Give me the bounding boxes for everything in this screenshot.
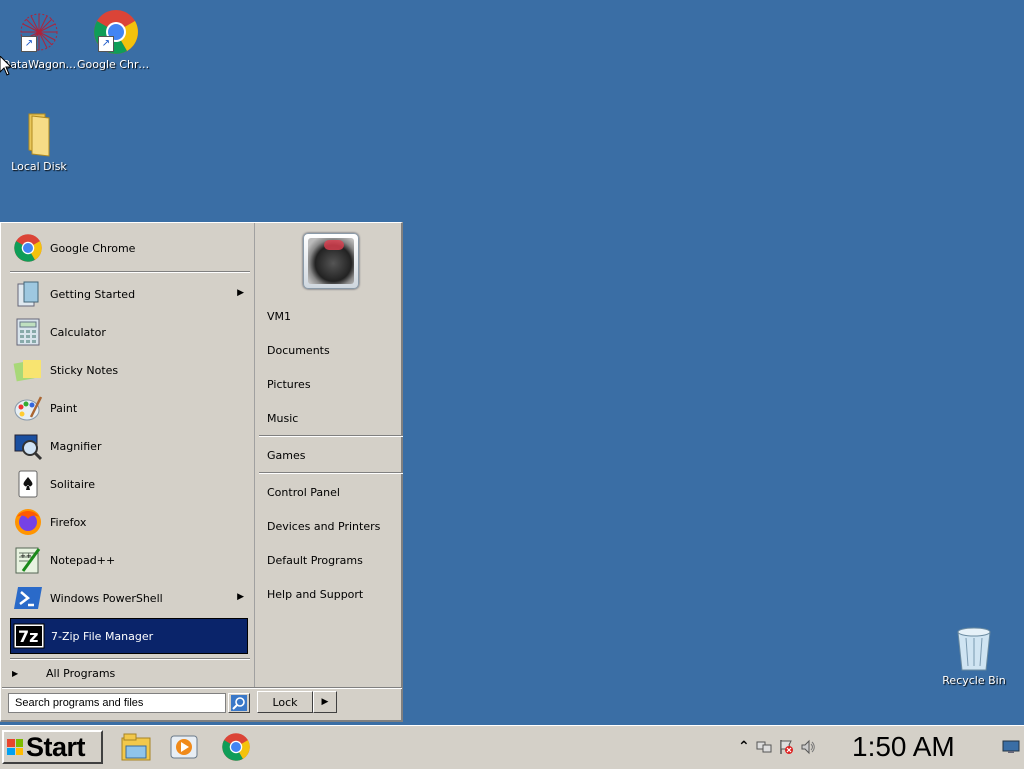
start-item-notepadpp[interactable]: ++ Notepad++	[10, 542, 248, 578]
start-item-getting-started[interactable]: Getting Started ▶	[10, 276, 248, 312]
start-menu-places-pane: VM1 Documents Pictures Music Games Contr…	[254, 223, 403, 689]
sticky-notes-icon	[12, 354, 44, 386]
explorer-icon	[121, 733, 151, 761]
datawagon-icon: ↗	[15, 8, 63, 56]
place-control-panel[interactable]: Control Panel	[267, 486, 340, 499]
place-pictures[interactable]: Pictures	[267, 378, 311, 391]
start-item-label: Firefox	[50, 515, 87, 529]
all-programs-label: All Programs	[46, 666, 116, 680]
place-music[interactable]: Music	[267, 412, 298, 425]
start-item-label: Magnifier	[50, 439, 102, 453]
all-programs-button[interactable]: ▶ All Programs	[10, 662, 248, 684]
taskbar: Start ⌃ 1:50 AM	[0, 725, 1024, 769]
svg-text:++: ++	[20, 552, 32, 560]
separator	[10, 271, 250, 273]
chrome-icon	[12, 232, 44, 264]
start-item-calculator[interactable]: Calculator	[10, 314, 248, 350]
action-center-flag-icon[interactable]	[778, 739, 794, 755]
taskbar-chrome[interactable]	[220, 731, 252, 763]
start-item-label: Solitaire	[50, 477, 95, 491]
start-item-google-chrome[interactable]: Google Chrome	[10, 230, 248, 266]
windows-logo-icon	[7, 739, 23, 755]
system-tray: ⌃	[738, 730, 838, 764]
svg-text:7z: 7z	[18, 627, 38, 646]
chevron-right-icon: ▶	[321, 697, 329, 707]
lock-button[interactable]: Lock	[257, 691, 313, 713]
show-desktop-icon[interactable]	[1002, 740, 1020, 754]
start-item-firefox[interactable]: Firefox	[10, 504, 248, 540]
desktop-icon-local-disk[interactable]: Local Disk	[0, 110, 78, 173]
start-item-magnifier[interactable]: Magnifier	[10, 428, 248, 464]
start-item-windows-powershell[interactable]: Windows PowerShell ▶	[10, 580, 248, 616]
powershell-icon	[12, 582, 44, 614]
submenu-arrow-icon: ▶	[237, 592, 244, 602]
chrome-icon	[222, 733, 250, 761]
shutdown-options-button[interactable]: ▶	[313, 691, 337, 713]
place-games[interactable]: Games	[267, 449, 305, 462]
start-item-label: Sticky Notes	[50, 363, 119, 377]
search-input[interactable]	[8, 693, 226, 713]
shortcut-arrow-icon: ↗	[21, 36, 37, 52]
start-item-label: Google Chrome	[50, 241, 136, 255]
start-item-label: Getting Started	[50, 287, 136, 301]
place-default-programs[interactable]: Default Programs	[267, 554, 363, 567]
mouse-cursor-icon	[0, 56, 12, 76]
volume-icon[interactable]	[800, 739, 816, 755]
expand-arrow-icon: ▶	[12, 668, 19, 678]
clock[interactable]: 1:50 AM	[852, 730, 992, 764]
getting-started-icon	[12, 278, 44, 310]
chrome-icon: ↗	[92, 8, 140, 56]
desktop-icon-google-chrome[interactable]: ↗ Google Chrome	[77, 8, 155, 71]
start-item-label: 7-Zip File Manager	[51, 629, 154, 643]
place-user-folder[interactable]: VM1	[267, 310, 291, 323]
separator	[259, 472, 403, 474]
start-item-paint[interactable]: Paint	[10, 390, 248, 426]
taskbar-explorer[interactable]	[120, 731, 152, 763]
7zip-icon: 7z	[13, 620, 45, 652]
search-button[interactable]	[228, 693, 250, 713]
network-icon[interactable]	[756, 739, 772, 755]
start-menu-programs-pane: Google Chrome Getting Started ▶ Calculat…	[2, 224, 253, 688]
start-button[interactable]: Start	[2, 730, 103, 764]
separator	[259, 435, 403, 437]
recycle-bin-icon	[950, 624, 998, 672]
desktop-icon-label: Google Chrome	[77, 58, 155, 71]
start-menu: Google Chrome Getting Started ▶ Calculat…	[0, 222, 403, 722]
paint-icon	[12, 392, 44, 424]
separator	[10, 658, 250, 660]
search-icon	[231, 695, 247, 711]
solitaire-icon	[12, 468, 44, 500]
start-item-label: Calculator	[50, 325, 106, 339]
taskbar-media-player[interactable]	[168, 731, 200, 763]
magnifier-icon	[12, 430, 44, 462]
desktop-icon-label: Recycle Bin	[942, 674, 1006, 687]
show-hidden-icons-chevron-up-icon[interactable]: ⌃	[738, 739, 750, 755]
start-label: Start	[26, 731, 86, 762]
separator	[2, 687, 402, 689]
firefox-icon	[12, 506, 44, 538]
start-item-label: Windows PowerShell	[50, 591, 163, 605]
start-item-sticky-notes[interactable]: Sticky Notes	[10, 352, 248, 388]
start-item-solitaire[interactable]: Solitaire	[10, 466, 248, 502]
lock-label: Lock	[272, 695, 298, 709]
place-documents[interactable]: Documents	[267, 344, 330, 357]
media-player-icon	[170, 735, 198, 759]
shortcut-arrow-icon: ↗	[98, 36, 114, 52]
calculator-icon	[12, 316, 44, 348]
folder-icon	[15, 110, 63, 158]
start-item-label: Notepad++	[50, 553, 116, 567]
desktop-icon-label: Local Disk	[11, 160, 67, 173]
desktop-icon-recycle-bin[interactable]: Recycle Bin	[935, 624, 1013, 687]
notepadpp-icon: ++	[12, 544, 44, 576]
place-help-and-support[interactable]: Help and Support	[267, 588, 363, 601]
place-devices-and-printers[interactable]: Devices and Printers	[267, 520, 380, 533]
user-picture[interactable]	[303, 233, 359, 289]
submenu-arrow-icon: ▶	[237, 288, 244, 298]
start-item-7zip-file-manager[interactable]: 7z 7-Zip File Manager	[10, 618, 248, 654]
start-item-label: Paint	[50, 401, 78, 415]
